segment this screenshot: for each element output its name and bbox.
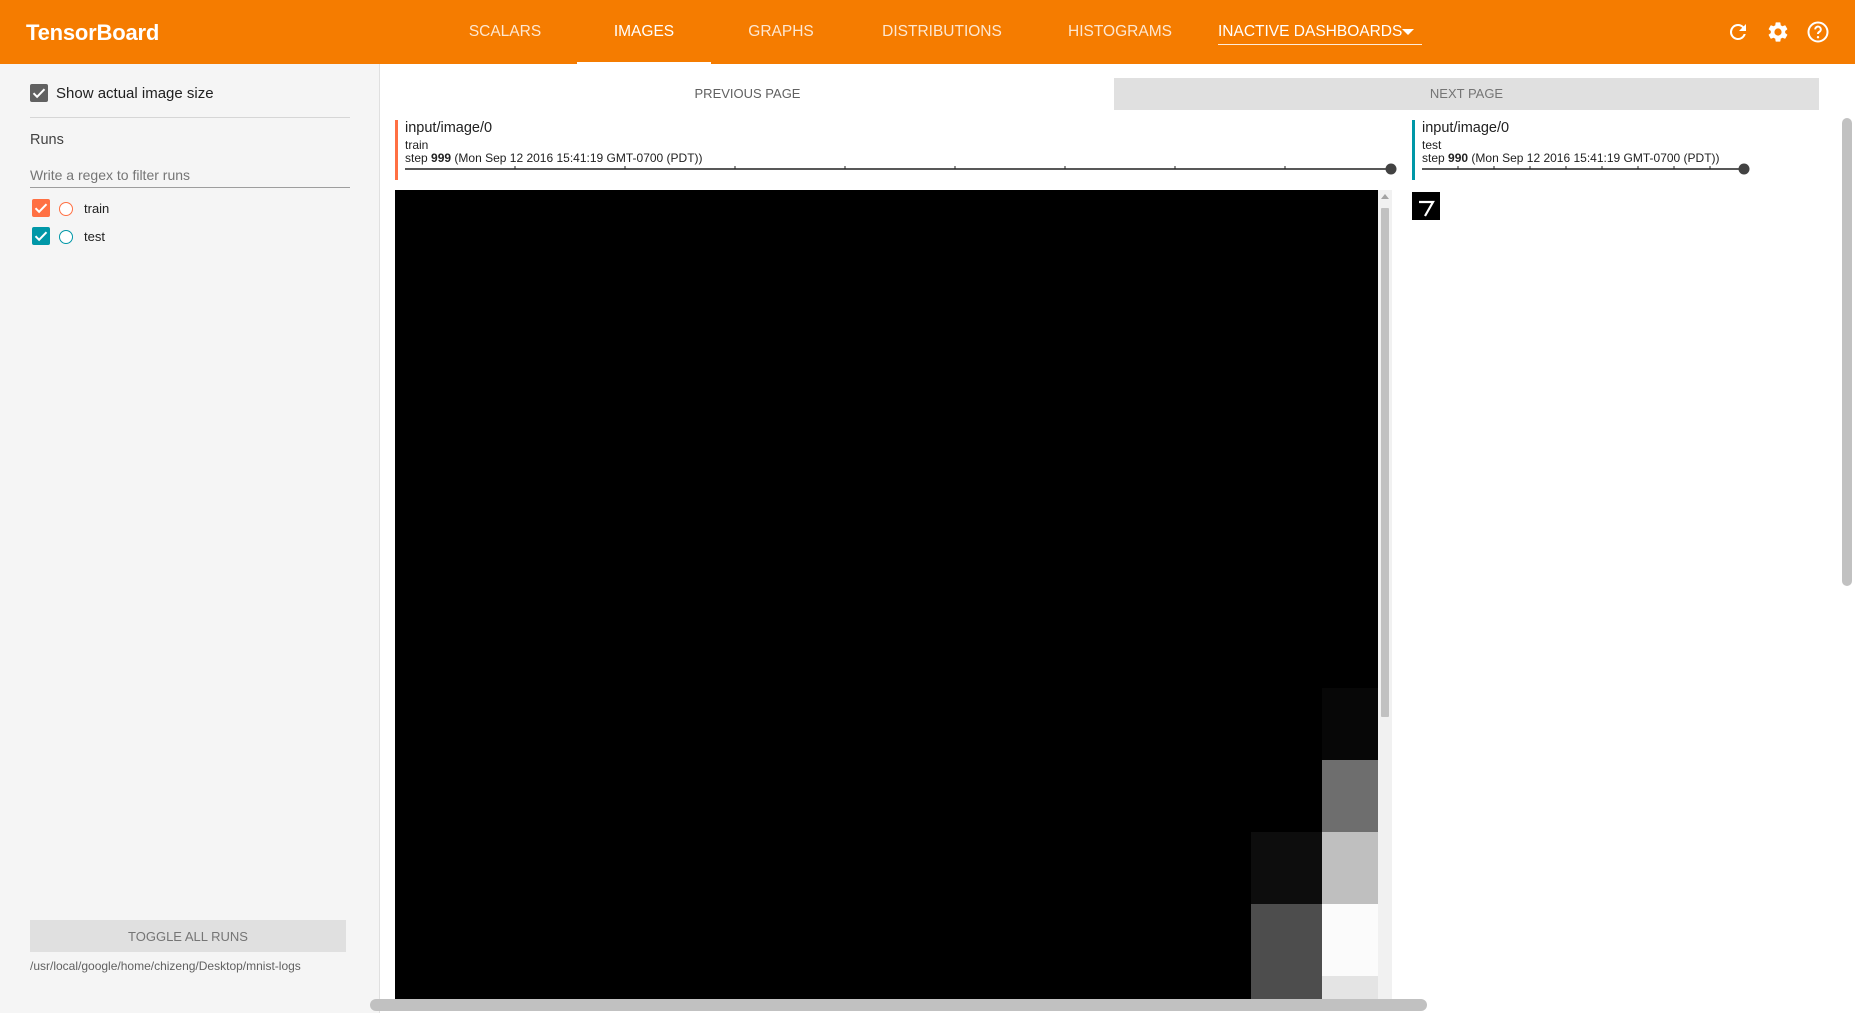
toggle-all-runs-button[interactable]: TOGGLE ALL RUNS (30, 920, 346, 952)
image-tag: input/image/0 (405, 120, 493, 136)
run-train-checkbox[interactable] (32, 199, 50, 217)
scroll-up-arrow-icon[interactable] (1381, 194, 1389, 199)
run-test-checkbox[interactable] (32, 227, 50, 245)
run-train-color-radio[interactable] (59, 202, 73, 216)
tab-distributions[interactable]: DISTRIBUTIONS (875, 0, 1009, 64)
image-card-header: input/image/0 train step 999 (Mon Sep 12… (395, 120, 1397, 180)
horizontal-scroll-thumb[interactable] (370, 999, 1427, 1011)
tab-histograms[interactable]: HISTOGRAMS (1066, 0, 1174, 64)
test-image-digit (1419, 200, 1435, 217)
next-page-button[interactable]: NEXT PAGE (1114, 78, 1819, 110)
app-title: TensorBoard (26, 20, 160, 45)
slider-knob[interactable] (1385, 163, 1397, 175)
checkbox-checked-icon (30, 84, 48, 102)
sidebar: Show actual image size Runs train test T… (0, 64, 380, 1013)
image-tag: input/image/0 (1422, 120, 1510, 136)
step-slider[interactable] (405, 163, 1397, 175)
refresh-icon[interactable] (1726, 20, 1750, 44)
run-filter-input[interactable] (30, 162, 350, 188)
page-vertical-scroll-thumb[interactable] (1842, 118, 1852, 586)
tab-images[interactable]: IMAGES (577, 0, 711, 64)
image-vertical-scroll-thumb[interactable] (1381, 208, 1389, 717)
inactive-dashboards-dropdown[interactable]: INACTIVE DASHBOARDS (1218, 18, 1422, 45)
run-test-color-radio[interactable] (59, 230, 73, 244)
images-dashboard: PREVIOUS PAGE NEXT PAGE input/image/0 tr… (370, 64, 1855, 1013)
runs-heading: Runs (30, 132, 64, 148)
image-card-header: input/image/0 test step 990 (Mon Sep 12 … (1412, 120, 1792, 180)
previous-page-button[interactable]: PREVIOUS PAGE (395, 78, 1100, 110)
settings-gear-icon[interactable] (1766, 20, 1790, 44)
logdir-path: /usr/local/google/home/chizeng/Desktop/m… (30, 959, 301, 973)
image-vertical-scrollbar[interactable] (1378, 190, 1392, 1006)
run-test-label: test (84, 229, 105, 244)
test-image-thumbnail[interactable] (1412, 192, 1440, 220)
tab-scalars[interactable]: SCALARS (465, 0, 545, 64)
page-horizontal-scrollbar[interactable] (370, 997, 1855, 1013)
step-slider[interactable] (1422, 163, 1752, 175)
sidebar-divider (30, 117, 350, 118)
tab-graphs[interactable]: GRAPHS (740, 0, 822, 64)
help-icon[interactable] (1806, 20, 1830, 44)
slider-knob[interactable] (1738, 163, 1750, 175)
inactive-dashboards-label: INACTIVE DASHBOARDS (1218, 23, 1403, 40)
dropdown-caret-icon (1402, 29, 1414, 35)
train-image-pixels (1251, 688, 1378, 1006)
image-run-name: test (1422, 138, 1442, 152)
top-toolbar: TensorBoard SCALARS IMAGES GRAPHS DISTRI… (0, 0, 1855, 64)
image-run-name: train (405, 138, 429, 152)
run-train-label: train (84, 201, 110, 216)
show-actual-size-label: Show actual image size (56, 85, 214, 102)
train-image-viewport[interactable] (395, 190, 1378, 1006)
